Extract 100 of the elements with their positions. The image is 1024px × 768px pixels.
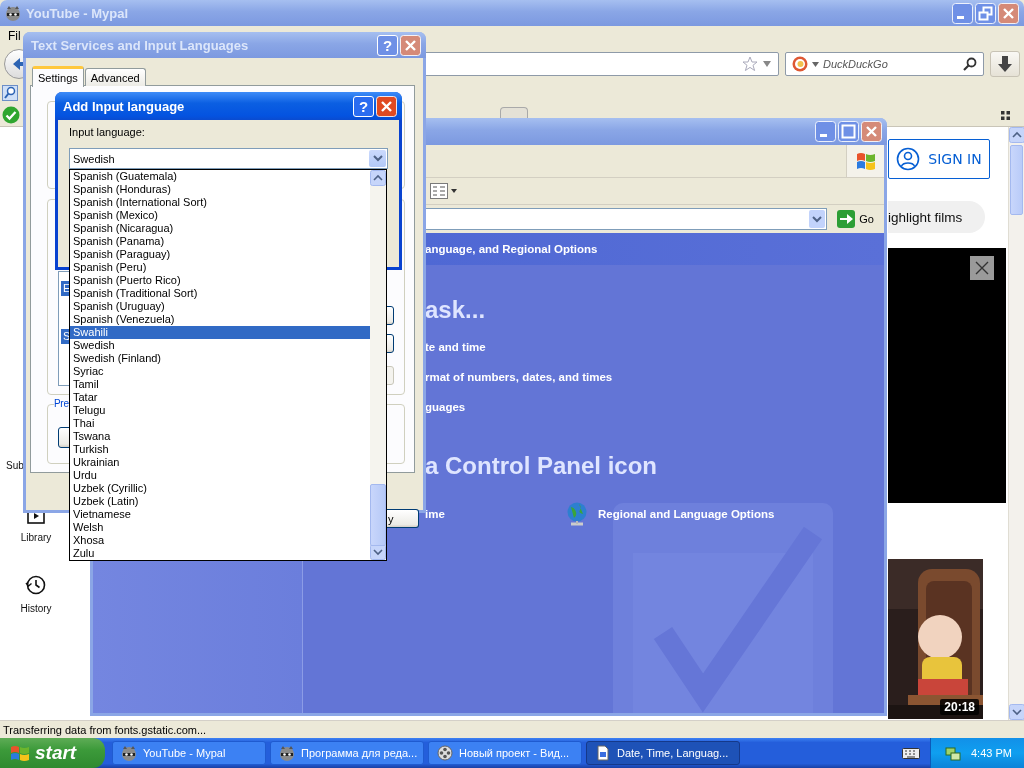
scrollbar[interactable] xyxy=(1008,127,1024,720)
language-dropdown[interactable]: Swedish xyxy=(69,148,388,169)
minimize-button[interactable] xyxy=(952,2,973,24)
raccoon-icon xyxy=(121,745,137,761)
filter-chip[interactable]: ighlight films xyxy=(888,201,985,233)
search-field[interactable]: DuckDuckGo xyxy=(785,52,984,76)
field-label: Input language: xyxy=(69,126,146,140)
list-option[interactable]: Turkish xyxy=(70,443,370,456)
list-option[interactable]: Uzbek (Cyrillic) xyxy=(70,482,370,495)
section-heading: a Control Panel icon xyxy=(425,452,658,480)
window-title: YouTube - Mypal xyxy=(26,5,130,21)
list-option[interactable]: Ukrainian xyxy=(70,456,370,469)
film-reel-icon xyxy=(437,745,453,761)
checkmark-icon[interactable] xyxy=(2,106,20,124)
up-arrow-icon[interactable] xyxy=(1009,127,1024,143)
chevron-down-icon[interactable] xyxy=(372,155,383,162)
views-icon[interactable] xyxy=(430,183,448,199)
keyboard-icon[interactable] xyxy=(902,746,920,760)
close-button[interactable] xyxy=(376,95,397,117)
clock: 4:43 PM xyxy=(971,747,1012,759)
list-option[interactable]: Vietnamese xyxy=(70,508,370,521)
list-option[interactable]: Swedish xyxy=(70,339,370,352)
close-button[interactable] xyxy=(861,121,882,142)
windows-flag-icon xyxy=(10,744,30,762)
windows-flag-icon xyxy=(854,151,877,171)
list-option[interactable]: Spanish (Nicaragua) xyxy=(70,222,370,235)
search-placeholder: DuckDuckGo xyxy=(823,58,889,70)
sign-in-button[interactable]: SIGN IN xyxy=(888,139,990,179)
grid-icon[interactable] xyxy=(1001,110,1010,120)
star-icon[interactable] xyxy=(742,56,758,72)
list-option[interactable]: Welsh xyxy=(70,521,370,534)
status-text: Transferring data from fonts.gstatic.com... xyxy=(3,723,207,736)
list-option[interactable]: Uzbek (Latin) xyxy=(70,495,370,508)
dropdown-arrow-icon[interactable] xyxy=(812,61,819,67)
search-icon[interactable] xyxy=(963,57,977,71)
list-option[interactable]: Spanish (Uruguay) xyxy=(70,300,370,313)
menu-item[interactable]: Fil xyxy=(8,29,21,43)
scrollbar-thumb[interactable] xyxy=(1010,145,1023,215)
group-label: Pre xyxy=(54,398,69,409)
list-option[interactable]: Swahili xyxy=(70,326,370,339)
list-option[interactable]: Spanish (Guatemala) xyxy=(70,170,370,183)
window-title: Add Input language xyxy=(63,98,186,114)
window-title: Text Services and Input Languages xyxy=(31,37,250,53)
close-icon[interactable] xyxy=(970,256,994,280)
restore-button[interactable] xyxy=(975,2,996,24)
raccoon-icon xyxy=(279,745,295,761)
list-option[interactable]: Spanish (Puerto Rico) xyxy=(70,274,370,287)
taskbar-button[interactable]: Программа для реда... xyxy=(270,741,424,765)
history-icon[interactable] xyxy=(25,574,47,596)
list-option[interactable]: Xhosa xyxy=(70,534,370,547)
network-icon[interactable] xyxy=(945,745,961,761)
taskbar-button[interactable]: Новый проект - Вид... xyxy=(428,741,582,765)
list-option[interactable]: Urdu xyxy=(70,469,370,482)
dropdown-value: Swedish xyxy=(73,152,116,165)
list-option[interactable]: Thai xyxy=(70,417,370,430)
dropdown-arrow-icon[interactable] xyxy=(451,189,457,193)
list-option[interactable]: Spanish (Honduras) xyxy=(70,183,370,196)
list-option[interactable]: Syriac xyxy=(70,365,370,378)
maximize-button[interactable] xyxy=(838,121,859,142)
start-button[interactable]: start xyxy=(0,738,105,768)
taskbar-button[interactable]: Date, Time, Languag... xyxy=(586,741,740,765)
list-option[interactable]: Spanish (Venezuela) xyxy=(70,313,370,326)
control-panel-link[interactable]: ime xyxy=(425,508,556,520)
video-duration: 20:18 xyxy=(940,699,979,715)
list-option[interactable]: Zulu xyxy=(70,547,370,560)
list-option[interactable]: Tatar xyxy=(70,391,370,404)
sidebar-label[interactable]: History xyxy=(20,603,52,614)
download-button[interactable] xyxy=(990,51,1020,77)
list-option[interactable]: Swedish (Finland) xyxy=(70,352,370,365)
scrollbar[interactable] xyxy=(370,170,386,560)
sidebar-label[interactable]: Sub xyxy=(6,459,24,473)
tab[interactable]: Settings xyxy=(32,66,84,87)
task-link[interactable]: guages xyxy=(425,398,466,416)
video-thumbnail[interactable]: 20:18 xyxy=(888,559,983,719)
list-option[interactable]: Telugu xyxy=(70,404,370,417)
chevron-down-icon[interactable] xyxy=(812,215,823,223)
apply-button[interactable]: y xyxy=(387,509,419,528)
minimize-button[interactable] xyxy=(815,121,836,142)
list-option[interactable]: Spanish (Traditional Sort) xyxy=(70,287,370,300)
scrollbar-thumb[interactable] xyxy=(370,484,386,546)
sidebar-label[interactable]: Library xyxy=(20,532,52,543)
close-button[interactable] xyxy=(400,34,421,56)
list-option[interactable]: Tswana xyxy=(70,430,370,443)
help-button[interactable]: ? xyxy=(353,95,374,117)
raccoon-icon xyxy=(5,5,21,21)
task-link[interactable]: rmat of numbers, dates, and times xyxy=(425,368,613,386)
go-button[interactable]: Go xyxy=(833,210,878,228)
document-icon xyxy=(595,745,611,761)
user-icon xyxy=(896,147,921,171)
magnifier-icon[interactable] xyxy=(2,85,18,101)
control-panel-link[interactable]: Regional and Language Options xyxy=(598,508,775,520)
list-option[interactable]: Tamil xyxy=(70,378,370,391)
down-arrow-icon xyxy=(998,56,1012,72)
taskbar-button[interactable]: YouTube - Mypal xyxy=(112,741,266,765)
list-option[interactable]: Spanish (Mexico) xyxy=(70,209,370,222)
close-button[interactable] xyxy=(998,2,1019,24)
task-link[interactable]: te and time xyxy=(425,338,486,356)
down-arrow-icon[interactable] xyxy=(1009,704,1024,720)
tab[interactable]: Advanced xyxy=(84,68,146,86)
list-option[interactable]: Spanish (International Sort) xyxy=(70,196,370,209)
